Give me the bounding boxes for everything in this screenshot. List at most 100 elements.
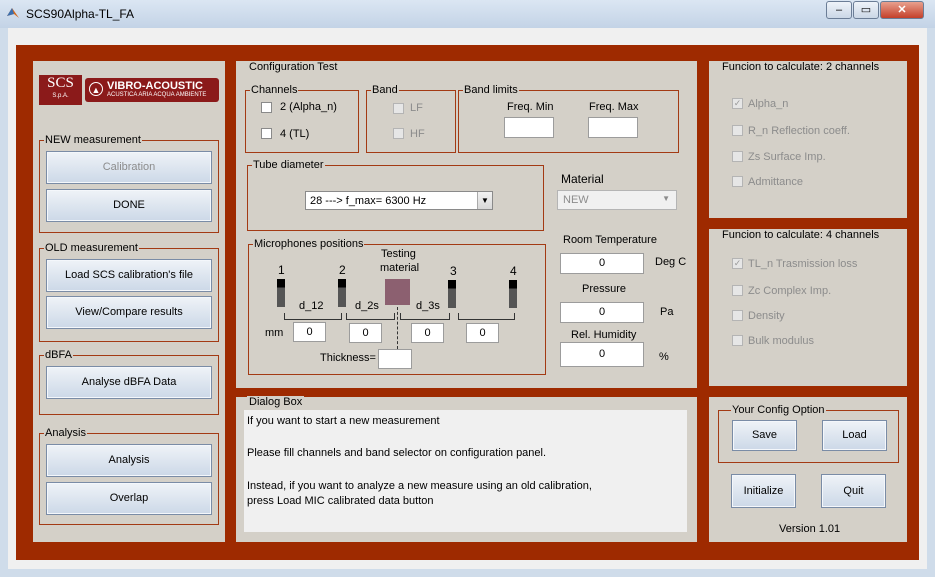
freq-min-input[interactable] — [504, 117, 554, 138]
d34-bracket — [458, 313, 515, 320]
material-chevron-down-icon: ▼ — [662, 194, 670, 203]
dialog-line-2: Please fill channels and band selector o… — [247, 447, 547, 459]
d12-input[interactable]: 0 — [293, 322, 326, 342]
mic-1-number: 1 — [278, 263, 285, 277]
material-select[interactable]: NEW ▼ — [557, 190, 677, 210]
admittance-checkbox[interactable] — [732, 176, 743, 187]
d12-label: d_12 — [299, 300, 324, 312]
func2-title: Funcion to calculate: 2 channels — [720, 61, 882, 73]
reflection-checkbox[interactable] — [732, 125, 743, 136]
calibration-button[interactable]: Calibration — [46, 151, 212, 184]
band-title: Band — [372, 84, 398, 96]
d34-input[interactable]: 0 — [466, 323, 499, 343]
dialog-text-area: If you want to start a new measurement P… — [244, 410, 687, 532]
surface-imp-checkbox[interactable] — [732, 151, 743, 162]
hf-checkbox[interactable] — [393, 128, 404, 139]
analyse-dbfa-button[interactable]: Analyse dBFA Data — [46, 366, 212, 399]
mic-3-icon — [448, 280, 456, 308]
thickness-label: Thickness= — [320, 352, 376, 364]
thickness-input[interactable] — [378, 349, 412, 369]
room-temp-input[interactable]: 0 — [560, 253, 644, 274]
channel-4-checkbox[interactable] — [261, 128, 272, 139]
humidity-label: Rel. Humidity — [571, 329, 637, 341]
admittance-label: Admittance — [748, 176, 804, 188]
freq-max-label: Freq. Max — [589, 101, 639, 113]
mm-label: mm — [265, 327, 284, 339]
minimize-button[interactable]: – — [826, 1, 852, 19]
channel-4-label: 4 (TL) — [280, 128, 310, 140]
mic-2-icon — [338, 279, 346, 307]
tube-diameter-value: 28 ---> f_max= 6300 Hz — [310, 195, 427, 207]
done-button[interactable]: DONE — [46, 189, 212, 222]
dbfa-title: dBFA — [45, 349, 72, 361]
lf-checkbox[interactable] — [393, 103, 404, 114]
d3s-input[interactable]: 0 — [411, 323, 444, 343]
room-temp-unit: Deg C — [655, 256, 687, 268]
tube-diameter-title: Tube diameter — [253, 159, 324, 171]
overlap-button[interactable]: Overlap — [46, 482, 212, 515]
chevron-down-icon[interactable]: ▼ — [477, 192, 492, 209]
func2-panel — [709, 61, 907, 218]
mic-3-number: 3 — [450, 264, 457, 278]
freq-max-input[interactable] — [588, 117, 638, 138]
load-calibration-button[interactable]: Load SCS calibration's file — [46, 259, 212, 292]
band-limits-title: Band limits — [464, 84, 518, 96]
lf-label: LF — [410, 102, 423, 114]
brand-tagline: ACUSTICA ARIA ACQUA AMBIENTE — [107, 92, 207, 98]
dialog-line-3: Instead, if you want to analyze a new me… — [247, 480, 592, 492]
complex-imp-label: Zc Complex Imp. — [748, 285, 832, 297]
maximize-button[interactable]: ▭ — [853, 1, 879, 19]
dialog-line-1: If you want to start a new measurement — [247, 415, 440, 427]
brand-name: VIBRO-ACOUSTIC — [107, 80, 203, 92]
d12-bracket — [284, 313, 342, 320]
scs-logo: SCS S.p.A. — [39, 75, 82, 105]
alpha-n-checkbox[interactable]: ✓ — [732, 98, 743, 109]
freq-min-label: Freq. Min — [507, 101, 554, 113]
alpha-n-label: Alpha_n — [748, 98, 789, 110]
func4-panel — [709, 229, 907, 386]
bulk-modulus-label: Bulk modulus — [748, 335, 815, 347]
pressure-input[interactable]: 0 — [560, 302, 644, 323]
d3s-bracket — [400, 313, 450, 320]
density-label: Density — [748, 310, 785, 322]
band-limits-group: Band limits — [458, 84, 679, 153]
complex-imp-checkbox[interactable] — [732, 285, 743, 296]
d2s-input[interactable]: 0 — [349, 323, 382, 343]
bulk-modulus-checkbox[interactable] — [732, 335, 743, 346]
quit-button[interactable]: Quit — [821, 474, 886, 508]
your-config-title: Your Config Option — [732, 404, 825, 416]
analysis-button[interactable]: Analysis — [46, 444, 212, 477]
save-button[interactable]: Save — [732, 420, 797, 451]
testing-material-label: material — [380, 262, 420, 274]
channels-title: Channels — [251, 84, 298, 96]
material-axis-line — [397, 307, 398, 349]
density-checkbox[interactable] — [732, 310, 743, 321]
analysis-title: Analysis — [45, 427, 86, 439]
dialog-title: Dialog Box — [247, 396, 305, 408]
room-temp-label: Room Temperature — [563, 234, 657, 246]
d2s-bracket — [346, 313, 395, 320]
humidity-input[interactable]: 0 — [560, 342, 644, 367]
tl-checkbox[interactable]: ✓ — [732, 258, 743, 269]
mic-1-icon — [277, 279, 285, 307]
view-compare-button[interactable]: View/Compare results — [46, 296, 212, 329]
pressure-label: Pressure — [582, 283, 627, 295]
configuration-title: Configuration Test — [247, 61, 340, 73]
testing-label: Testing — [381, 248, 416, 260]
band-group: Band — [366, 84, 456, 153]
close-button[interactable]: ✕ — [880, 1, 924, 19]
func4-title: Funcion to calculate: 4 channels — [720, 229, 882, 241]
channel-2-checkbox[interactable] — [261, 102, 272, 113]
reflection-label: R_n Reflection coeff. — [748, 125, 850, 137]
microphones-title: Microphones positions — [254, 238, 364, 250]
load-button[interactable]: Load — [822, 420, 887, 451]
window-title: SCS90Alpha-TL_FA — [26, 7, 135, 21]
initialize-button[interactable]: Initialize — [731, 474, 796, 508]
tl-label: TL_n Trasmission loss — [748, 258, 858, 270]
humidity-unit: % — [659, 351, 669, 363]
channel-2-label: 2 (Alpha_n) — [280, 101, 337, 113]
tube-diameter-select[interactable]: 28 ---> f_max= 6300 Hz ▼ — [305, 191, 493, 210]
matlab-icon — [7, 8, 19, 18]
mic-2-number: 2 — [339, 263, 346, 277]
title-bar: SCS90Alpha-TL_FA – ▭ ✕ — [0, 0, 935, 28]
